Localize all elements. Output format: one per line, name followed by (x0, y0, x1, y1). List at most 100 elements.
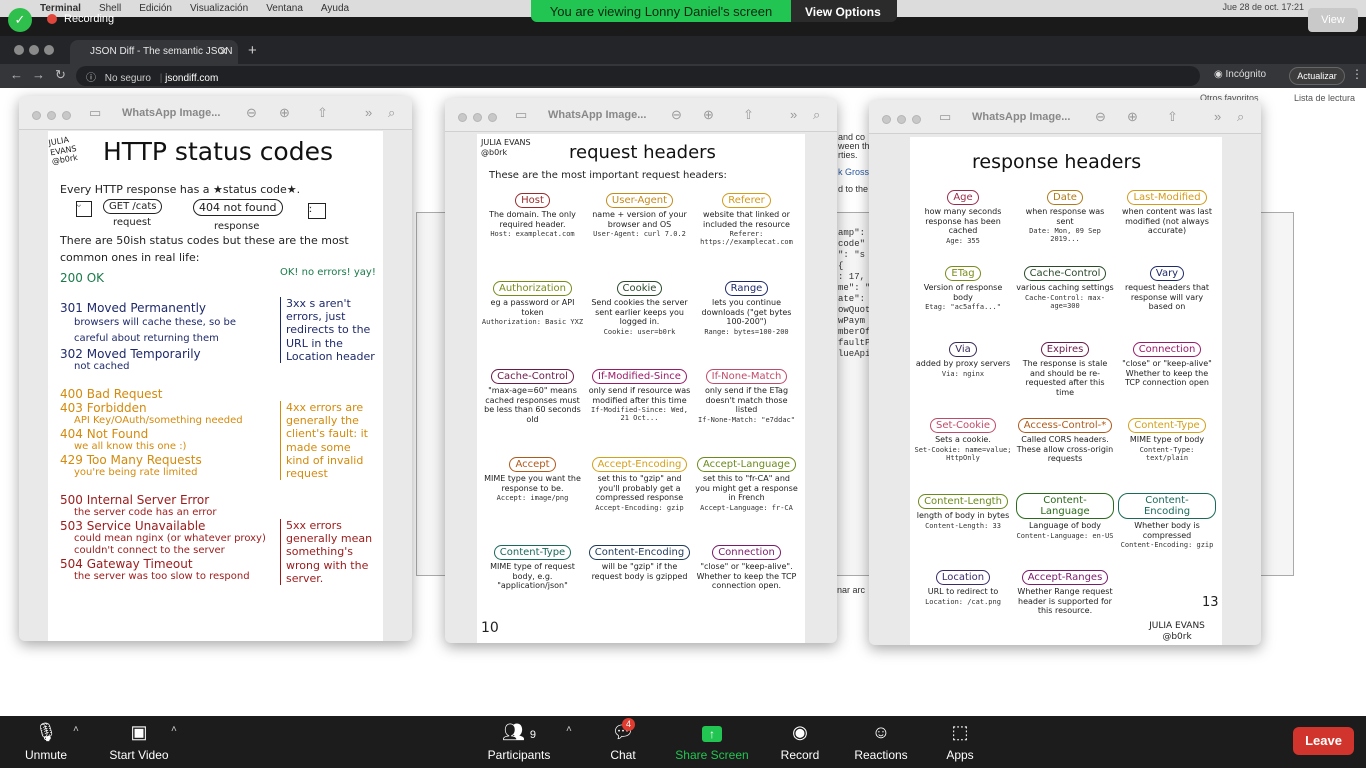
new-tab-icon[interactable]: + (248, 42, 257, 59)
status-code: 400 Bad Request (60, 387, 163, 401)
address-divider: | (159, 73, 163, 84)
minimize-window-icon[interactable] (897, 115, 906, 124)
sidebar-toggle-icon[interactable]: ▭ (89, 105, 101, 121)
header-example: If-None-Match: "e7ddac" (698, 415, 795, 424)
share-screen-button[interactable]: ↑ Share Screen (674, 716, 750, 768)
minimize-window-icon[interactable] (473, 113, 482, 122)
view-button[interactable]: View (1308, 8, 1358, 32)
header-name: Vary (1149, 266, 1185, 281)
header-example: Content-Length: 33 (925, 521, 1001, 530)
participants-options-caret[interactable]: ˄ (566, 716, 576, 768)
preview-window-2[interactable]: ▭ WhatsApp Image... ⊖ ⊕ ⇧ » ⌕ JULIA EVAN… (445, 98, 837, 643)
zoom-out-icon[interactable]: ⊖ (1095, 109, 1106, 125)
header-description: request headers that response will vary … (1124, 283, 1210, 312)
header-name: Content-Length (918, 494, 1008, 509)
chat-button[interactable]: 💬︎ 4 Chat (604, 716, 642, 768)
maximize-window-icon[interactable] (488, 113, 497, 122)
status-desc: you're being rate limited (74, 467, 198, 478)
browser-tab-active[interactable]: JSON Diff - The semantic JSON ✕ (70, 40, 238, 64)
zine-title: request headers (569, 142, 716, 163)
back-icon[interactable]: ← (10, 67, 23, 82)
audio-options-caret[interactable]: ˄ (73, 716, 83, 768)
incognito-indicator[interactable]: ◉ Incógnito (1214, 69, 1266, 80)
status-desc: API Key/OAuth/something needed (74, 415, 243, 426)
header-description: MIME type of request body, e.g. "applica… (490, 562, 575, 591)
reactions-button[interactable]: ☺ Reactions (851, 716, 911, 768)
zoom-out-icon[interactable]: ⊖ (246, 105, 257, 121)
header-name: Content-Encoding (588, 545, 691, 560)
reload-icon[interactable]: ↻ (55, 67, 66, 83)
chevron-down-icon: ⌄ (805, 19, 815, 22)
preview-window-3[interactable]: ▭ WhatsApp Image... ⊖ ⊕ ⇧ » ⌕ response h… (869, 100, 1261, 645)
forward-icon[interactable]: → (32, 67, 45, 82)
header-example: Location: /cat.png (925, 597, 1001, 606)
sidebar-toggle-icon[interactable]: ▭ (515, 107, 527, 123)
apps-button[interactable]: ⬚ Apps (940, 716, 980, 768)
bookmark-reading-list[interactable]: Lista de lectura (1294, 93, 1355, 103)
more-icon[interactable]: » (365, 105, 372, 120)
header-entry: Content-Encoding will be "gzip" if the re… (588, 544, 691, 581)
more-icon[interactable]: » (1214, 109, 1221, 124)
zoom-in-icon[interactable]: ⊕ (1127, 109, 1138, 125)
menu-ventana[interactable]: Ventana (266, 3, 303, 14)
header-description: added by proxy servers (915, 359, 1011, 368)
close-window-icon[interactable] (882, 115, 891, 124)
zoom-in-icon[interactable]: ⊕ (703, 107, 714, 123)
close-window-icon[interactable] (14, 45, 24, 55)
header-description: length of body in bytes (916, 511, 1010, 520)
info-icon[interactable]: ⓘ (86, 73, 96, 84)
menu-visualizacion[interactable]: Visualización (190, 3, 248, 14)
header-name: Via (949, 342, 977, 357)
more-options-icon[interactable]: ⋮ (1351, 67, 1363, 81)
participants-button[interactable]: 👥︎ 9 Participants (484, 716, 554, 768)
video-options-caret[interactable]: ˄ (171, 716, 181, 768)
header-entry: Via added by proxy servers Via: nginx (914, 341, 1012, 378)
header-entry: Accept-Ranges Whether Range request heade… (1016, 569, 1114, 616)
maximize-window-icon[interactable] (44, 45, 54, 55)
address-bar[interactable]: ⓘ No seguro | jsondiff.com (76, 66, 1200, 86)
search-icon[interactable]: ⌕ (1237, 109, 1244, 125)
minimize-window-icon[interactable] (29, 45, 39, 55)
bubble-response: 404 not found (193, 199, 283, 216)
menu-ayuda[interactable]: Ayuda (321, 3, 349, 14)
update-button[interactable]: Actualizar (1289, 67, 1345, 85)
search-icon[interactable]: ⌕ (388, 105, 395, 121)
record-button[interactable]: ◉ Record (778, 716, 822, 768)
header-description: Send cookies the server sent earlier kee… (591, 298, 688, 327)
share-icon[interactable]: ⇧ (743, 107, 754, 123)
header-entry: Connection "close" or "keep-alive". Wheth… (695, 544, 798, 591)
share-icon[interactable]: ⇧ (1167, 109, 1178, 125)
shield-icon[interactable]: ✓ (8, 8, 32, 32)
maximize-window-icon[interactable] (912, 115, 921, 124)
close-tab-icon[interactable]: ✕ (219, 45, 228, 58)
header-name: Accept-Ranges (1021, 570, 1109, 585)
header-description: Sets a cookie. (935, 435, 991, 444)
preview-window-1[interactable]: ▭ WhatsApp Image... ⊖ ⊕ ⇧ » ⌕ JULIA EVAN… (19, 96, 412, 641)
header-name: User-Agent (605, 193, 674, 208)
header-name: Content-Type (1128, 418, 1206, 433)
json-line-8: owQuot (838, 305, 871, 315)
header-example: Content-Type: text/plain (1139, 445, 1195, 462)
close-window-icon[interactable] (458, 113, 467, 122)
bubble-request: GET /cats (103, 199, 163, 214)
header-name: If-None-Match (705, 369, 788, 384)
maximize-window-icon[interactable] (62, 111, 71, 120)
header-example: Age: 355 (946, 236, 980, 245)
search-icon[interactable]: ⌕ (813, 107, 820, 123)
start-video-button[interactable]: ▣ Start Video (104, 716, 174, 768)
zoom-out-icon[interactable]: ⊖ (671, 107, 682, 123)
share-icon[interactable]: ⇧ (317, 105, 328, 121)
more-icon[interactable]: » (790, 107, 797, 122)
unmute-button[interactable]: 🎙︎ Unmute (18, 716, 74, 768)
view-options-button[interactable]: View Options ⌄ (791, 0, 897, 22)
menu-edicion[interactable]: Edición (139, 3, 172, 14)
sidebar-toggle-icon[interactable]: ▭ (939, 109, 951, 125)
close-window-icon[interactable] (32, 111, 41, 120)
zoom-in-icon[interactable]: ⊕ (279, 105, 290, 121)
header-entry: Content-Encoding Whether body is compress… (1118, 493, 1216, 549)
header-entry: Date when response was sent Date: Mon, 09 … (1016, 189, 1114, 243)
status-code: 500 Internal Server Error (60, 493, 210, 507)
minimize-window-icon[interactable] (47, 111, 56, 120)
header-name: Cache-Control (1023, 266, 1107, 281)
leave-button[interactable]: Leave (1293, 727, 1354, 755)
